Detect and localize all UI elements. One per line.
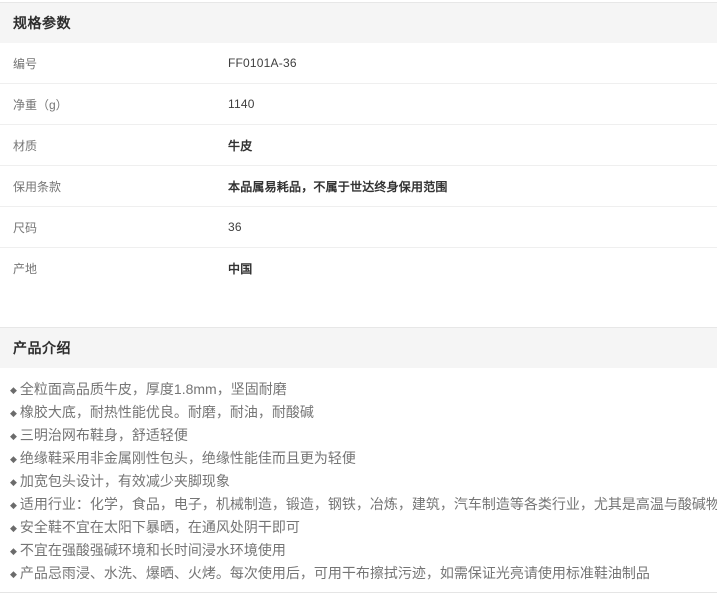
spec-label: 净重（g） — [0, 96, 228, 113]
bullet-text: 三明治网布鞋身，舒适轻便 — [20, 427, 188, 443]
list-item: ◆安全鞋不宜在太阳下暴晒，在通风处阴干即可 — [10, 516, 705, 539]
diamond-bullet-icon: ◆ — [10, 494, 17, 516]
bottom-divider — [0, 592, 717, 593]
bullet-text: 全粒面高品质牛皮，厚度1.8mm，坚固耐磨 — [20, 381, 287, 397]
spec-row-origin: 产地 中国 — [0, 248, 717, 289]
spec-value: 牛皮 — [228, 137, 252, 154]
product-detail-page: 规格参数 编号 FF0101A-36 净重（g） 1140 材质 牛皮 保用条款… — [0, 0, 717, 603]
spec-label: 编号 — [0, 55, 228, 72]
diamond-bullet-icon: ◆ — [10, 448, 17, 470]
list-item: ◆产品忌雨浸、水洗、爆晒、火烤。每次使用后，可用干布擦拭污迹，如需保证光亮请使用… — [10, 562, 705, 585]
spec-section-title: 规格参数 — [13, 13, 71, 33]
list-item: ◆适用行业：化学，食品，电子，机械制造，锻造，钢铁，冶炼，建筑，汽车制造等各类行… — [10, 493, 705, 516]
spec-label: 尺码 — [0, 219, 228, 236]
diamond-bullet-icon: ◆ — [10, 425, 17, 447]
diamond-bullet-icon: ◆ — [10, 563, 17, 585]
intro-section: 产品介绍 ◆全粒面高品质牛皮，厚度1.8mm，坚固耐磨 ◆橡胶大底，耐热性能优良… — [0, 327, 717, 585]
spec-row-warranty: 保用条款 本品属易耗品，不属于世达终身保用范围 — [0, 166, 717, 207]
list-item: ◆橡胶大底，耐热性能优良。耐磨，耐油，耐酸碱 — [10, 401, 705, 424]
spec-value: 1140 — [228, 97, 255, 111]
diamond-bullet-icon: ◆ — [10, 471, 17, 493]
spec-row-model: 编号 FF0101A-36 — [0, 43, 717, 84]
intro-section-header: 产品介绍 — [0, 327, 717, 368]
spec-value: 本品属易耗品，不属于世达终身保用范围 — [228, 178, 448, 195]
spec-value: 中国 — [228, 260, 252, 277]
bullet-text: 橡胶大底，耐热性能优良。耐磨，耐油，耐酸碱 — [20, 404, 314, 420]
bullet-text: 绝缘鞋采用非金属刚性包头，绝缘性能佳而且更为轻便 — [20, 450, 356, 466]
list-item: ◆不宜在强酸强碱环境和长时间浸水环境使用 — [10, 539, 705, 562]
spec-table: 编号 FF0101A-36 净重（g） 1140 材质 牛皮 保用条款 本品属易… — [0, 43, 717, 289]
spec-label: 材质 — [0, 137, 228, 154]
spec-label: 保用条款 — [0, 178, 228, 195]
bullet-text: 加宽包头设计，有效减少夹脚现象 — [20, 473, 230, 489]
spec-row-size: 尺码 36 — [0, 207, 717, 248]
list-item: ◆三明治网布鞋身，舒适轻便 — [10, 424, 705, 447]
diamond-bullet-icon: ◆ — [10, 517, 17, 539]
spec-label: 产地 — [0, 260, 228, 277]
diamond-bullet-icon: ◆ — [10, 379, 17, 401]
spec-row-material: 材质 牛皮 — [0, 125, 717, 166]
bullet-text: 安全鞋不宜在太阳下暴晒，在通风处阴干即可 — [20, 519, 300, 535]
spec-row-net-weight: 净重（g） 1140 — [0, 84, 717, 125]
bullet-text: 产品忌雨浸、水洗、爆晒、火烤。每次使用后，可用干布擦拭污迹，如需保证光亮请使用标… — [20, 565, 650, 581]
diamond-bullet-icon: ◆ — [10, 540, 17, 562]
list-item: ◆加宽包头设计，有效减少夹脚现象 — [10, 470, 705, 493]
spec-value: 36 — [228, 220, 242, 234]
spec-section: 规格参数 编号 FF0101A-36 净重（g） 1140 材质 牛皮 保用条款… — [0, 2, 717, 289]
diamond-bullet-icon: ◆ — [10, 402, 17, 424]
bullet-text: 不宜在强酸强碱环境和长时间浸水环境使用 — [20, 542, 286, 558]
spec-section-header: 规格参数 — [0, 2, 717, 43]
bullet-text: 适用行业：化学，食品，电子，机械制造，锻造，钢铁，冶炼，建筑，汽车制造等各类行业… — [20, 496, 717, 512]
intro-section-title: 产品介绍 — [13, 338, 71, 358]
spec-value: FF0101A-36 — [228, 56, 297, 70]
list-item: ◆绝缘鞋采用非金属刚性包头，绝缘性能佳而且更为轻便 — [10, 447, 705, 470]
intro-bullet-list: ◆全粒面高品质牛皮，厚度1.8mm，坚固耐磨 ◆橡胶大底，耐热性能优良。耐磨，耐… — [0, 368, 717, 585]
list-item: ◆全粒面高品质牛皮，厚度1.8mm，坚固耐磨 — [10, 378, 705, 401]
